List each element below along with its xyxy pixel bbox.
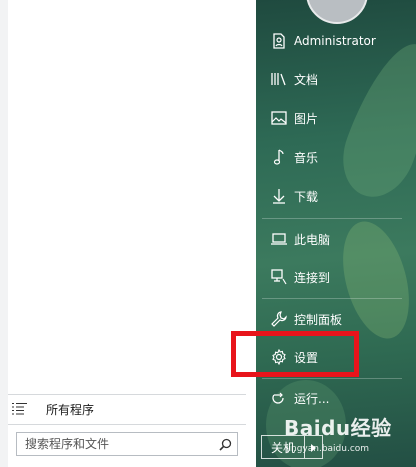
separator [262,218,402,219]
list-icon [12,402,34,416]
menu-item-downloads[interactable]: 下载 [256,178,408,214]
separator [262,378,402,379]
menu-item-label: 此电脑 [294,232,331,247]
all-programs-label: 所有程序 [46,402,95,417]
left-pane-edge [0,0,8,467]
run-icon [266,390,292,406]
menu-item-administrator[interactable]: Administrator [256,23,408,59]
divider [8,424,246,425]
menu-item-label: 下载 [294,189,319,204]
separator [262,298,402,299]
menu-item-label: 控制面板 [294,312,343,327]
menu-item-this-pc[interactable]: 此电脑 [256,221,408,257]
user-icon [266,33,292,49]
search-box[interactable] [16,432,238,456]
picture-icon [266,111,292,125]
menu-item-label: 音乐 [294,150,319,165]
baidu-watermark: Baidu经验 jingyan.baidu.com [280,408,416,464]
watermark-subtext: jingyan.baidu.com [286,444,370,454]
menu-item-documents[interactable]: 文档 [256,61,408,97]
wrench-icon [266,311,292,327]
menu-item-music[interactable]: 音乐 [256,139,408,175]
menu-item-label: 图片 [294,111,319,126]
all-programs-button[interactable]: 所有程序 [8,395,246,423]
connect-icon [266,269,292,285]
search-input[interactable] [17,437,213,451]
download-icon [266,188,292,204]
menu-item-connect-to[interactable]: 连接到 [256,259,408,295]
menu-item-label: 连接到 [294,270,331,285]
annotation-highlight-box [231,331,359,377]
search-icon[interactable] [213,438,237,451]
menu-item-label: 文档 [294,72,319,87]
user-avatar[interactable] [306,0,368,24]
music-note-icon [266,149,292,165]
library-icon [266,72,292,86]
computer-icon [266,232,292,246]
start-menu-right-pane: Administrator 文档 图片 音乐 下载 此电脑 连接到 控制面板 设… [256,0,416,467]
menu-item-pictures[interactable]: 图片 [256,100,408,136]
start-menu-left-pane: 所有程序 [0,0,257,467]
watermark-text: Baidu经验 [284,416,392,440]
menu-item-label: Administrator [294,34,376,48]
menu-item-label: 运行... [294,391,330,406]
